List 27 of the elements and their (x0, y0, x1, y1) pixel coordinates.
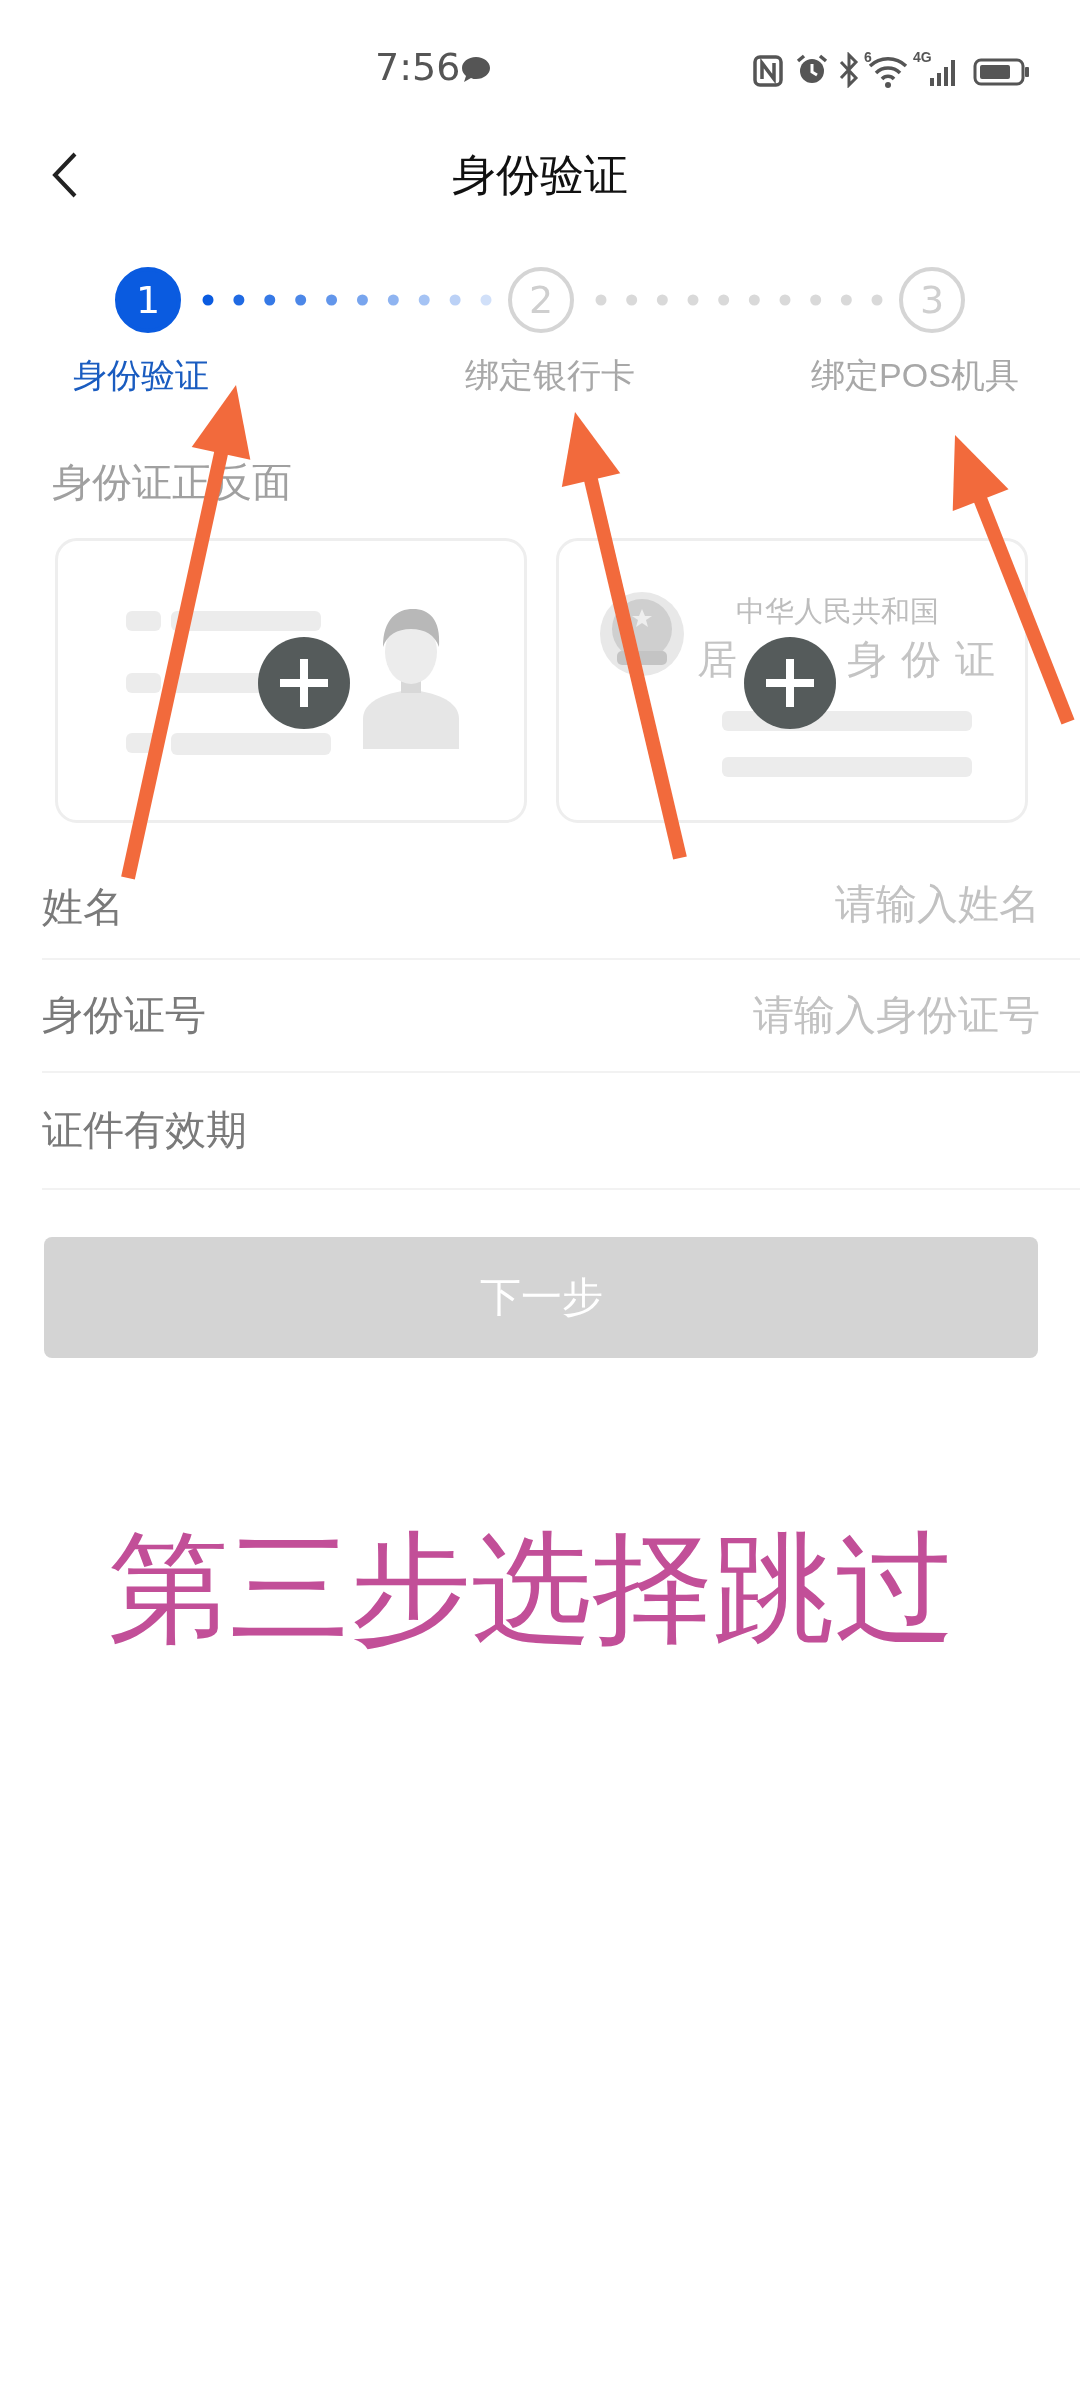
add-button[interactable] (258, 637, 350, 729)
id-front-card[interactable] (55, 538, 527, 823)
input-field[interactable]: 请输入姓名 (440, 881, 1040, 928)
battery-icon (973, 58, 1031, 86)
id-back-card[interactable]: 中华人民共和国 居 身份证 (556, 538, 1028, 823)
annotation-text: 第三步选择跳过 (108, 1520, 955, 1656)
card-title-text: 身份证 (847, 639, 1009, 679)
step-label: 身份验证 (73, 358, 209, 392)
field-label: 证件有效期 (42, 1110, 247, 1151)
status-time: 7:56 (375, 48, 461, 86)
field-label: 身份证号 (42, 995, 206, 1036)
wifi-label: 6 (864, 50, 872, 64)
input-field[interactable]: 请输入身份证号 (440, 992, 1040, 1039)
card-country-text: 中华人民共和国 (736, 597, 939, 626)
step-label: 绑定银行卡 (465, 358, 635, 392)
card-title-text: 居 (697, 639, 737, 679)
back-icon (52, 152, 78, 198)
add-button[interactable] (744, 637, 836, 729)
signal-label: 4G (913, 50, 932, 64)
bluetooth-icon (838, 52, 860, 88)
chat-icon (460, 55, 492, 83)
page-title: 身份验证 (452, 153, 628, 197)
step-label: 绑定POS机具 (811, 358, 1019, 392)
field-label: 姓名 (42, 887, 124, 928)
person-silhouette-icon (363, 607, 459, 749)
nfc-icon (753, 55, 783, 87)
emblem-icon (599, 591, 685, 677)
